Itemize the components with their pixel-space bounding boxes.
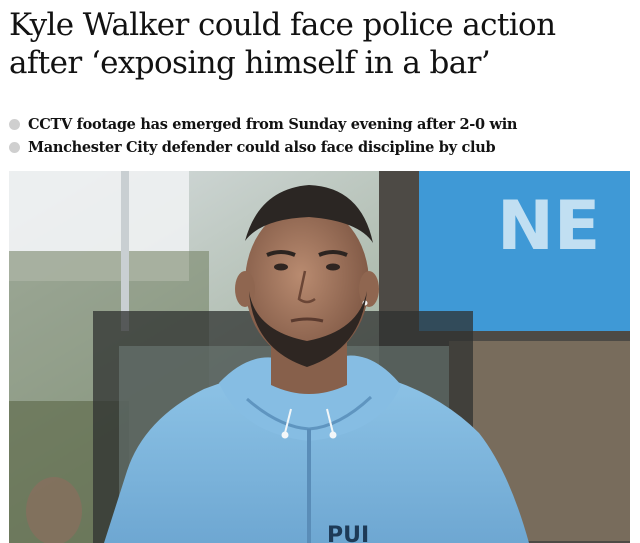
article-photo[interactable]: NE PUI	[9, 171, 630, 543]
standfirst-item: Manchester City defender could also face…	[9, 136, 517, 159]
headline-line-2: after ‘exposing himself in a bar’	[9, 45, 491, 81]
standfirst-text: CCTV footage has emerged from Sunday eve…	[28, 116, 518, 133]
jersey-text: PUI	[327, 523, 369, 543]
face	[245, 205, 369, 361]
photo-illustration: NE PUI	[9, 171, 630, 543]
headline-line-1: Kyle Walker could face police action	[9, 7, 556, 43]
article-headline: Kyle Walker could face police action aft…	[9, 6, 634, 82]
background-person	[26, 477, 82, 543]
standfirst-item: CCTV footage has emerged from Sunday eve…	[9, 113, 517, 136]
standfirst-text: Manchester City defender could also face…	[28, 139, 496, 156]
bullet-dot-icon	[9, 119, 20, 130]
standfirst-list: CCTV footage has emerged from Sunday eve…	[9, 113, 517, 159]
article-page: Kyle Walker could face police action aft…	[0, 0, 640, 543]
sign-text: NE	[497, 187, 600, 266]
bullet-dot-icon	[9, 142, 20, 153]
background-pole	[121, 171, 129, 331]
